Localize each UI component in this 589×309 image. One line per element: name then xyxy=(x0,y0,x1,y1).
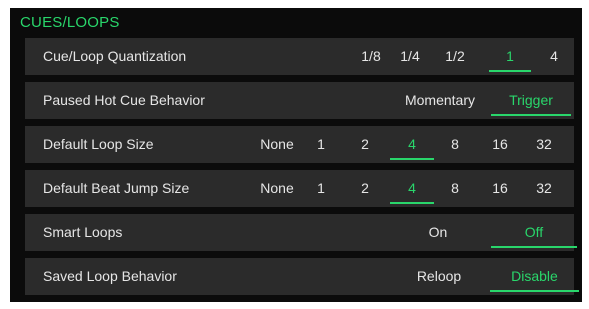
option-none[interactable]: None xyxy=(259,126,295,163)
option-1[interactable]: 1 xyxy=(312,126,330,163)
option-1[interactable]: 1 xyxy=(489,38,531,75)
setting-label: Paused Hot Cue Behavior xyxy=(43,92,205,108)
setting-label: Saved Loop Behavior xyxy=(43,268,177,284)
option-4[interactable]: 4 xyxy=(390,126,434,163)
option-16[interactable]: 16 xyxy=(488,126,512,163)
option-none[interactable]: None xyxy=(259,170,295,207)
setting-label: Default Beat Jump Size xyxy=(43,180,190,196)
option-disable[interactable]: Disable xyxy=(490,258,579,295)
setting-label: Default Loop Size xyxy=(43,136,154,152)
setting-row-paused-hot-cue-behavior: Paused Hot Cue Behavior Momentary Trigge… xyxy=(25,82,574,119)
option-32[interactable]: 32 xyxy=(532,126,556,163)
option-momentary[interactable]: Momentary xyxy=(397,82,483,119)
section-title: CUES/LOOPS xyxy=(20,14,120,31)
option-off[interactable]: Off xyxy=(491,214,577,251)
setting-row-saved-loop-behavior: Saved Loop Behavior Reloop Disable xyxy=(25,258,579,295)
option-1-4[interactable]: 1/4 xyxy=(394,38,426,75)
option-2[interactable]: 2 xyxy=(356,126,374,163)
option-trigger[interactable]: Trigger xyxy=(491,82,571,119)
setting-row-default-loop-size: Default Loop Size None 1 2 4 8 16 32 xyxy=(25,126,574,163)
setting-row-smart-loops: Smart Loops On Off xyxy=(25,214,577,251)
option-on[interactable]: On xyxy=(423,214,453,251)
setting-row-cue-loop-quantization: Cue/Loop Quantization 1/8 1/4 1/2 1 4 xyxy=(25,38,574,75)
option-8[interactable]: 8 xyxy=(446,126,464,163)
option-reloop[interactable]: Reloop xyxy=(413,258,465,295)
cues-loops-panel: CUES/LOOPS Cue/Loop Quantization 1/8 1/4… xyxy=(10,8,582,302)
option-2[interactable]: 2 xyxy=(356,170,374,207)
option-8[interactable]: 8 xyxy=(446,170,464,207)
option-16[interactable]: 16 xyxy=(488,170,512,207)
option-1-8[interactable]: 1/8 xyxy=(357,38,385,75)
setting-label: Smart Loops xyxy=(43,224,123,240)
option-32[interactable]: 32 xyxy=(532,170,556,207)
option-1-2[interactable]: 1/2 xyxy=(439,38,471,75)
setting-label: Cue/Loop Quantization xyxy=(43,48,187,64)
option-1[interactable]: 1 xyxy=(312,170,330,207)
setting-row-default-beat-jump-size: Default Beat Jump Size None 1 2 4 8 16 3… xyxy=(25,170,574,207)
option-4[interactable]: 4 xyxy=(544,38,564,75)
option-4[interactable]: 4 xyxy=(390,170,434,207)
